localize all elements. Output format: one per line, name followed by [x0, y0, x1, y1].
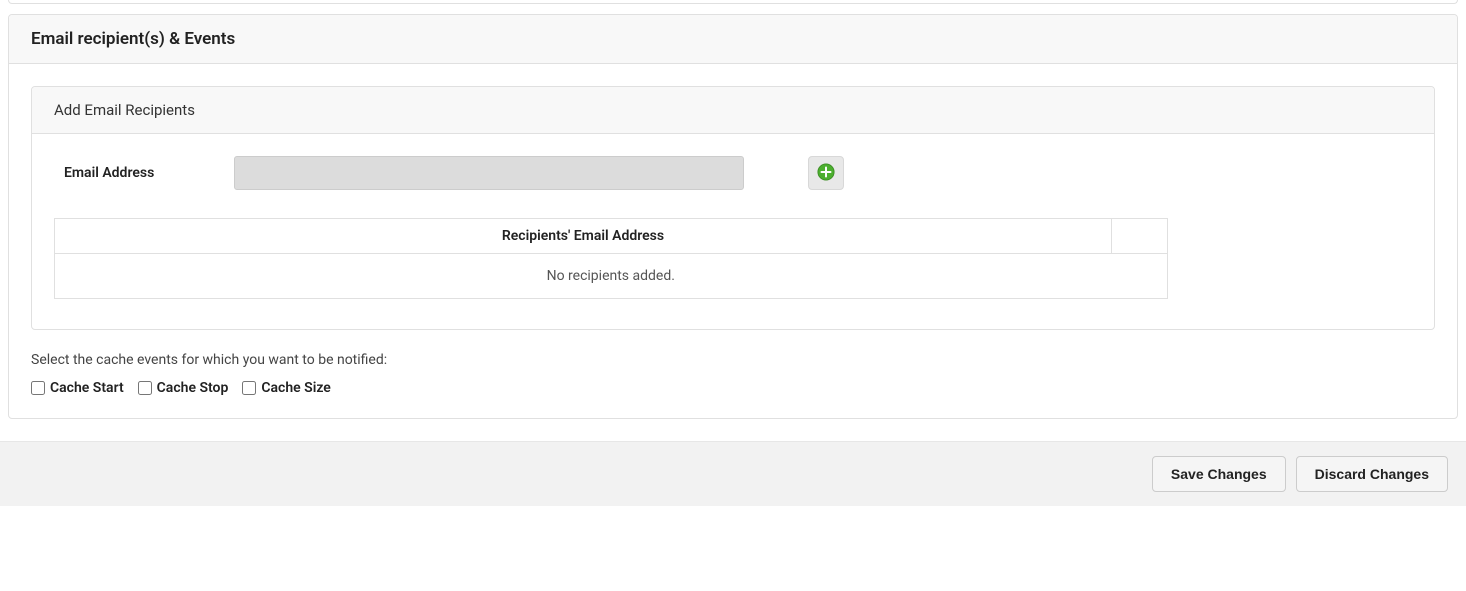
table-row: No recipients added.	[55, 254, 1168, 299]
cache-start-label: Cache Start	[50, 380, 124, 396]
add-recipients-title: Add Email Recipients	[32, 87, 1434, 134]
cache-start-checkbox[interactable]	[31, 381, 45, 395]
cache-stop-checkbox[interactable]	[138, 381, 152, 395]
email-address-label: Email Address	[54, 165, 234, 181]
add-recipients-panel: Add Email Recipients Email Address	[31, 86, 1435, 330]
events-instruction: Select the cache events for which you wa…	[31, 352, 1435, 368]
events-section: Select the cache events for which you wa…	[31, 352, 1435, 396]
plus-circle-icon	[817, 163, 835, 184]
recipients-header-action	[1111, 219, 1167, 254]
recipients-table: Recipients' Email Address No recipients …	[54, 218, 1168, 299]
recipients-header-email: Recipients' Email Address	[55, 219, 1112, 254]
previous-panel-edge	[8, 0, 1458, 4]
email-events-panel: Email recipient(s) & Events Add Email Re…	[8, 14, 1458, 419]
add-recipient-button[interactable]	[808, 156, 844, 190]
cache-size-label: Cache Size	[261, 380, 331, 396]
recipients-empty-message: No recipients added.	[55, 254, 1168, 299]
cache-size-checkbox[interactable]	[242, 381, 256, 395]
discard-button[interactable]: Discard Changes	[1296, 456, 1448, 492]
email-address-row: Email Address	[54, 156, 1412, 190]
footer-bar: Save Changes Discard Changes	[0, 441, 1466, 506]
cache-stop-label: Cache Stop	[157, 380, 229, 396]
email-address-input[interactable]	[234, 156, 744, 190]
panel-title: Email recipient(s) & Events	[9, 15, 1457, 64]
save-button[interactable]: Save Changes	[1152, 456, 1286, 492]
